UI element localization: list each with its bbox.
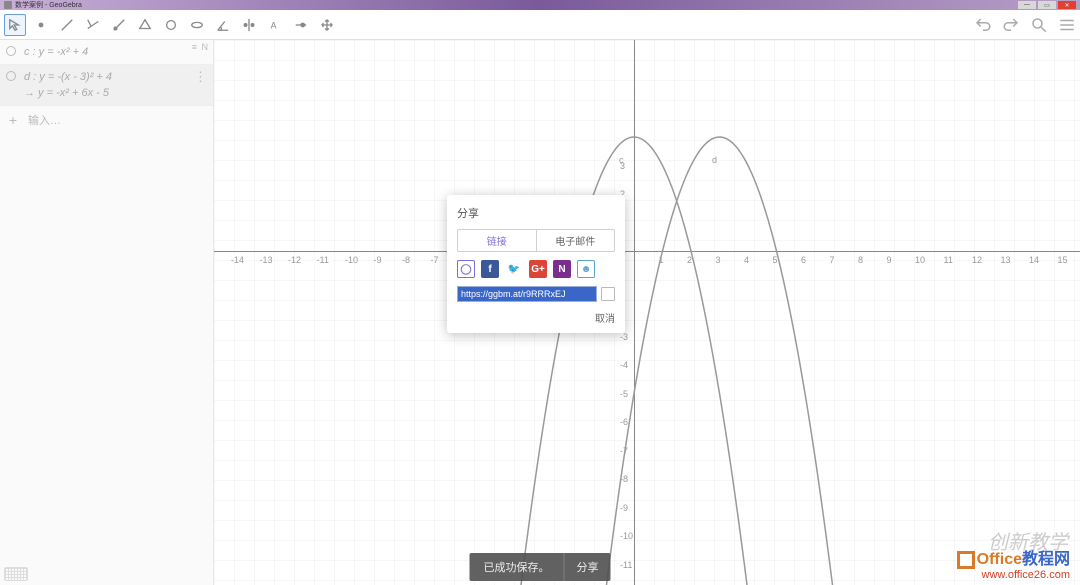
x-tick: 6 bbox=[801, 255, 806, 265]
window-minimize[interactable]: — bbox=[1018, 1, 1036, 9]
plus-icon: + bbox=[6, 112, 20, 128]
toast-message: 已成功保存。 bbox=[470, 553, 564, 581]
tool-slider[interactable] bbox=[290, 14, 312, 36]
x-tick: -8 bbox=[402, 255, 410, 265]
tool-line[interactable] bbox=[56, 14, 78, 36]
app-icon bbox=[4, 1, 12, 9]
facebook-icon[interactable]: f bbox=[481, 260, 499, 278]
tool-angle[interactable] bbox=[212, 14, 234, 36]
office-logo-icon bbox=[957, 551, 975, 569]
x-tick: -11 bbox=[317, 255, 329, 265]
x-tick: 15 bbox=[1058, 255, 1068, 265]
x-tick: -13 bbox=[260, 255, 273, 265]
equation-text: c : y = -x² + 4 bbox=[24, 44, 88, 60]
window-title: 数学案例 - GeoGebra bbox=[15, 0, 82, 10]
x-tick: 12 bbox=[972, 255, 982, 265]
save-toast: 已成功保存。 分享 bbox=[470, 553, 611, 581]
y-tick: -6 bbox=[620, 417, 628, 427]
curve-label-c: c bbox=[619, 155, 624, 165]
tab-link[interactable]: 链接 bbox=[458, 230, 537, 251]
x-tick: 8 bbox=[858, 255, 863, 265]
y-tick: -3 bbox=[620, 332, 628, 342]
y-tick: -9 bbox=[620, 503, 628, 513]
classroom-icon[interactable]: ☻ bbox=[577, 260, 595, 278]
y-tick: -7 bbox=[620, 446, 628, 456]
y-tick: -10 bbox=[620, 531, 633, 541]
x-tick: 2 bbox=[687, 255, 692, 265]
share-url-input[interactable] bbox=[457, 286, 597, 302]
algebra-input-row[interactable]: + 输入… bbox=[0, 106, 213, 134]
onenote-icon[interactable]: N bbox=[553, 260, 571, 278]
tool-polygon[interactable] bbox=[134, 14, 156, 36]
algebra-panel: c : y = -x² + 4 ≡ N d : y = -(x - 3)² + … bbox=[0, 40, 214, 585]
tool-reflect[interactable] bbox=[238, 14, 260, 36]
x-axis bbox=[214, 251, 1080, 252]
share-dialog: 分享 链接 电子邮件 ◯ f 🐦 G+ N ☻ 取消 bbox=[447, 195, 625, 333]
visibility-toggle-icon[interactable] bbox=[6, 46, 16, 56]
menu-button[interactable] bbox=[1058, 16, 1076, 34]
x-tick: -7 bbox=[431, 255, 439, 265]
row-menu-icon[interactable]: ⋮ bbox=[194, 69, 207, 85]
tool-move[interactable] bbox=[4, 14, 26, 36]
tool-point[interactable] bbox=[30, 14, 52, 36]
social-row: ◯ f 🐦 G+ N ☻ bbox=[457, 260, 615, 278]
undo-button[interactable] bbox=[974, 16, 992, 34]
search-button[interactable] bbox=[1030, 16, 1048, 34]
algebra-row-c[interactable]: c : y = -x² + 4 ≡ N bbox=[0, 40, 213, 65]
y-axis bbox=[634, 40, 635, 585]
x-tick: 9 bbox=[887, 255, 892, 265]
x-tick: -12 bbox=[288, 255, 301, 265]
tab-email[interactable]: 电子邮件 bbox=[537, 230, 615, 251]
googleplus-icon[interactable]: G+ bbox=[529, 260, 547, 278]
x-tick: 4 bbox=[744, 255, 749, 265]
x-tick: -10 bbox=[345, 255, 358, 265]
twitter-icon[interactable]: 🐦 bbox=[505, 260, 523, 278]
toolbar: A bbox=[0, 10, 1080, 40]
x-tick: 5 bbox=[773, 255, 778, 265]
geogebra-icon[interactable]: ◯ bbox=[457, 260, 475, 278]
tool-text[interactable]: A bbox=[264, 14, 286, 36]
tool-move-view[interactable] bbox=[316, 14, 338, 36]
svg-text:A: A bbox=[271, 20, 277, 30]
window-titlebar: 数学案例 - GeoGebra — ▭ ✕ bbox=[0, 0, 1080, 10]
copy-icon[interactable] bbox=[601, 287, 615, 301]
x-tick: 3 bbox=[716, 255, 721, 265]
row-badge: ≡ N bbox=[192, 42, 209, 52]
toast-share-button[interactable]: 分享 bbox=[564, 553, 611, 581]
window-close[interactable]: ✕ bbox=[1058, 1, 1076, 9]
watermark-brand: Office教程网 www.office26.com bbox=[957, 545, 1070, 581]
window-maximize[interactable]: ▭ bbox=[1038, 1, 1056, 9]
tool-segment[interactable] bbox=[82, 14, 104, 36]
equation-text: d : y = -(x - 3)² + 4 → y = -x² + 6x - 5 bbox=[24, 69, 112, 101]
tool-circle[interactable] bbox=[160, 14, 182, 36]
y-tick: -11 bbox=[620, 560, 632, 570]
redo-button[interactable] bbox=[1002, 16, 1020, 34]
x-tick: 11 bbox=[944, 255, 953, 265]
virtual-keyboard-button[interactable] bbox=[4, 567, 28, 581]
tool-conic[interactable] bbox=[186, 14, 208, 36]
x-tick: 10 bbox=[915, 255, 925, 265]
y-tick: -4 bbox=[620, 360, 628, 370]
x-tick: 13 bbox=[1001, 255, 1011, 265]
x-tick: 14 bbox=[1029, 255, 1039, 265]
curve-label-d: d bbox=[712, 155, 717, 165]
cancel-button[interactable]: 取消 bbox=[457, 310, 615, 325]
x-tick: 7 bbox=[830, 255, 835, 265]
tool-ray[interactable] bbox=[108, 14, 130, 36]
share-tabs: 链接 电子邮件 bbox=[457, 229, 615, 252]
y-tick: -5 bbox=[620, 389, 628, 399]
x-tick: 1 bbox=[659, 255, 664, 265]
grid bbox=[214, 40, 1080, 585]
dialog-title: 分享 bbox=[457, 205, 615, 221]
input-placeholder: 输入… bbox=[28, 112, 61, 128]
visibility-toggle-icon[interactable] bbox=[6, 71, 16, 81]
graphics-view[interactable]: -14-13-12-11-10-9-8-7-6-5-4-3-2-11234567… bbox=[214, 40, 1080, 585]
x-tick: -14 bbox=[231, 255, 244, 265]
x-tick: -9 bbox=[374, 255, 382, 265]
algebra-row-d[interactable]: d : y = -(x - 3)² + 4 → y = -x² + 6x - 5… bbox=[0, 65, 213, 106]
y-tick: -8 bbox=[620, 474, 628, 484]
